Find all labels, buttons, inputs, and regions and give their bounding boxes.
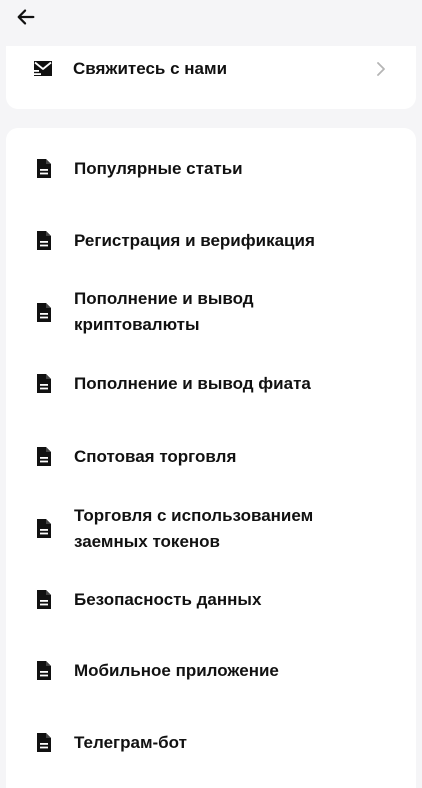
topic-label: Безопасность данных <box>74 590 262 609</box>
topic-item[interactable]: Безопасность данных <box>6 584 416 618</box>
topic-label: Телеграм-бот <box>74 733 187 752</box>
topic-item[interactable]: Мобильное приложение <box>6 656 416 690</box>
document-icon <box>37 590 51 609</box>
topic-item[interactable]: Телеграм-бот <box>6 728 416 762</box>
topic-label: Мобильное приложение <box>74 661 279 680</box>
document-icon <box>37 374 51 393</box>
document-icon <box>37 231 51 250</box>
topic-label: Спотовая торговля <box>74 447 237 466</box>
top-bar <box>0 0 422 46</box>
topic-item[interactable]: Торговля с использованием заемных токено… <box>6 502 416 558</box>
chevron-right-icon <box>377 62 385 76</box>
back-button[interactable] <box>12 3 40 31</box>
topic-label: Регистрация и верификация <box>74 231 315 250</box>
document-icon <box>37 661 51 680</box>
contact-card: Свяжитесь с нами <box>6 46 416 109</box>
topic-label: Пополнение и вывод криптовалюты <box>74 289 254 334</box>
topic-label: Популярные статьи <box>74 159 243 178</box>
help-topics-card: Популярные статьи Регистрация и верифика… <box>6 128 416 788</box>
contact-us-label: Свяжитесь с нами <box>73 59 228 78</box>
document-icon <box>37 519 51 538</box>
arrow-left-icon <box>17 9 35 25</box>
topic-item[interactable]: Спотовая торговля <box>6 440 416 474</box>
topic-item[interactable]: Популярные статьи <box>6 152 416 186</box>
topic-label: Пополнение и вывод фиата <box>74 374 311 393</box>
document-icon <box>37 303 51 322</box>
topic-label: Торговля с использованием заемных токено… <box>74 506 314 551</box>
contact-us-item[interactable]: Свяжитесь с нами <box>6 46 416 92</box>
topic-item[interactable]: Пополнение и вывод фиата <box>6 368 416 402</box>
topic-item[interactable]: Пополнение и вывод криптовалюты <box>6 286 416 342</box>
document-icon <box>37 447 51 466</box>
document-icon <box>37 159 51 178</box>
document-icon <box>37 733 51 752</box>
mail-send-icon <box>32 61 52 76</box>
topic-item[interactable]: Регистрация и верификация <box>6 224 416 258</box>
